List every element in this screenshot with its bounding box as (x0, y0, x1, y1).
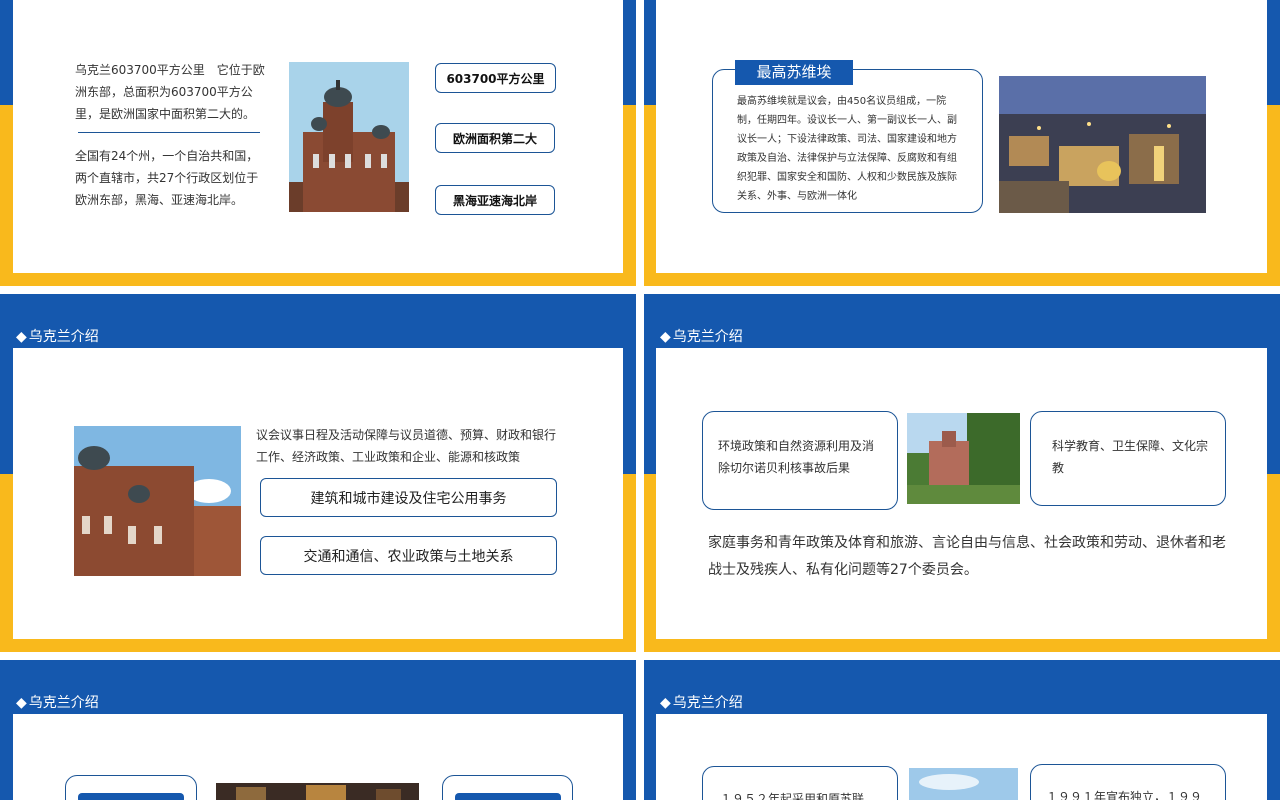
environment-text: 环境政策和自然资源利用及消除切尔诺贝利核事故后果 (718, 439, 875, 475)
section-title: ◆ 乌克兰介绍 (660, 695, 743, 711)
history-text-left: １９５２年起采用和原苏联 (720, 792, 865, 800)
slide-2[interactable]: 最高苏维埃 最高苏维埃就是议会，由450名议员组成，一院制，任期四年。设议长一人… (644, 0, 1280, 286)
parliament-heading: 最高苏维埃 (735, 60, 853, 85)
slide-3[interactable]: ◆ 乌克兰介绍 议会议事日程及活动保障与议员道德、预算、财政和银行工作、经济政策、… (0, 294, 636, 652)
pill-coast: 黑海亚速海北岸 (435, 185, 555, 215)
cathedral-photo (289, 62, 409, 212)
area-paragraph: 乌克兰603700平方公里 它位于欧洲东部，总面积为603700平方公里，是欧洲… (75, 63, 265, 121)
divider (78, 132, 260, 133)
history-text-right: １９９１年宣布独立，１９９ (1046, 790, 1203, 800)
cathedral-photo (74, 426, 241, 576)
section-title: ◆ 乌克兰介绍 (16, 695, 99, 711)
education-text: 科学教育、卫生保障、文化宗教 (1052, 439, 1209, 475)
committees-summary: 家庭事务和青年政策及体育和旅游、言论自由与信息、社会政策和劳动、退休者和老战士及… (708, 535, 1226, 578)
street-photo (216, 783, 419, 800)
slide-6[interactable]: ◆ 乌克兰介绍 １９５２年起采用和原苏联 １９９１年宣布独立，１９９ (644, 660, 1280, 800)
pill-area: 603700平方公里 (435, 63, 556, 93)
parliament-text: 最高苏维埃就是议会，由450名议员组成，一院制，任期四年。设议长一人、第一副议长… (737, 96, 957, 202)
regions-paragraph: 全国有24个州，一个自治共和国，两个直辖市，共27个行政区划位于欧洲东部，黑海、… (75, 149, 259, 207)
slide-4[interactable]: ◆ 乌克兰介绍 环境政策和自然资源利用及消除切尔诺贝利核事故后果 科学教育、卫生保… (644, 294, 1280, 652)
diamond-icon: ◆ (660, 695, 671, 711)
pill-rank: 欧洲面积第二大 (435, 123, 555, 153)
diamond-icon: ◆ (660, 329, 671, 345)
slide-5[interactable]: ◆ 乌克兰介绍 (0, 660, 636, 800)
pill-transport: 交通和通信、农业政策与土地关系 (260, 536, 557, 575)
city-night-photo (999, 76, 1206, 213)
committees-text: 议会议事日程及活动保障与议员道德、预算、财政和银行工作、经济政策、工业政策和企业… (256, 428, 557, 464)
section-title: ◆ 乌克兰介绍 (16, 329, 99, 345)
pill-construction: 建筑和城市建设及住宅公用事务 (260, 478, 557, 517)
sky-photo (909, 768, 1018, 800)
palace-photo (907, 413, 1020, 504)
diamond-icon: ◆ (16, 695, 27, 711)
slide-1[interactable]: 乌克兰603700平方公里 它位于欧洲东部，总面积为603700平方公里，是欧洲… (0, 0, 636, 286)
info-box-left-header (78, 793, 184, 800)
info-box-right-header (455, 793, 561, 800)
slide-grid: 乌克兰603700平方公里 它位于欧洲东部，总面积为603700平方公里，是欧洲… (0, 0, 1280, 800)
section-title: ◆ 乌克兰介绍 (660, 329, 743, 345)
diamond-icon: ◆ (16, 329, 27, 345)
